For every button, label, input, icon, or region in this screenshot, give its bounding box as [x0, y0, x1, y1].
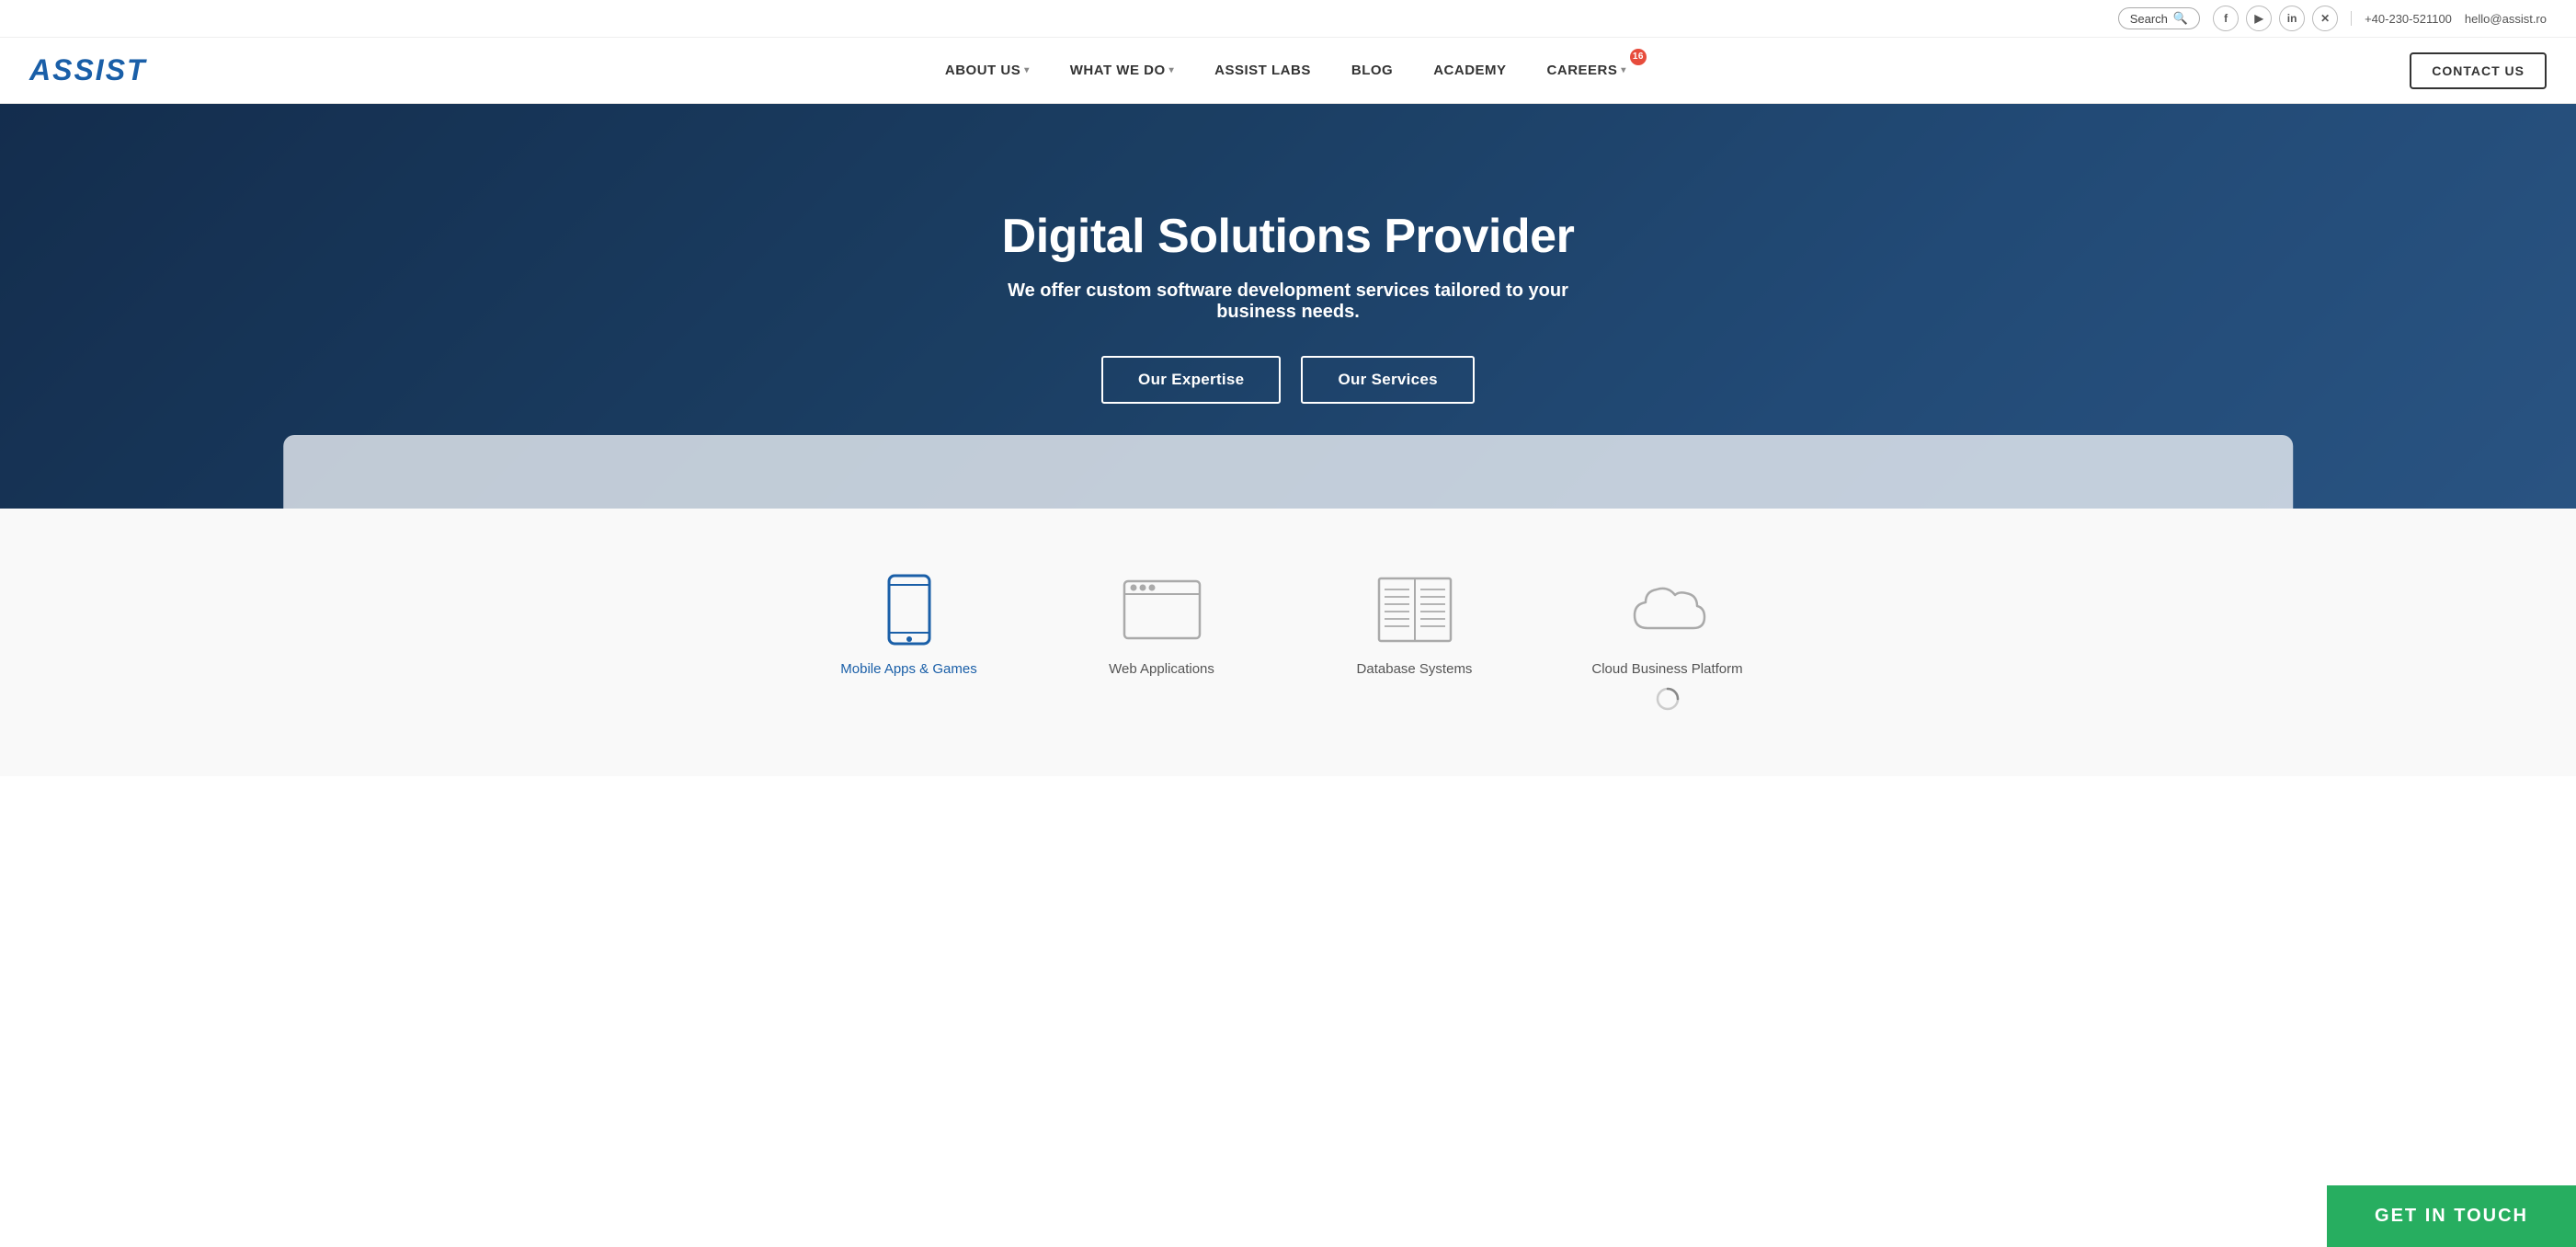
hero-content: Digital Solutions Provider We offer cust… — [948, 209, 1628, 404]
search-icon: 🔍 — [2173, 11, 2188, 26]
hero-buttons: Our Expertise Our Services — [966, 356, 1610, 404]
contact-info: +40-230-521100 hello@assist.ro — [2365, 12, 2547, 26]
service-mobile-apps[interactable]: Mobile Apps & Games — [782, 555, 1035, 686]
hero-title: Digital Solutions Provider — [966, 209, 1610, 264]
nav-academy[interactable]: ACADEMY — [1413, 38, 1526, 104]
mobile-apps-icon — [868, 573, 951, 646]
logo-text: ASSIST — [29, 53, 147, 86]
search-label: Search — [2130, 12, 2168, 26]
contact-us-button[interactable]: CONTACT US — [2410, 52, 2547, 89]
logo[interactable]: ASSIST — [29, 53, 147, 87]
services-section: Mobile Apps & Games Web Applications — [0, 509, 2576, 776]
service-cloud[interactable]: Cloud Business Platform — [1541, 555, 1794, 721]
nav-careers[interactable]: CAREERS ▾ 16 — [1527, 38, 1654, 104]
loading-spinner — [1655, 686, 1681, 712]
social-icons: f ▶ in ✕ — [2213, 6, 2338, 31]
hero-subtitle: We offer custom software development ser… — [966, 280, 1610, 323]
services-grid: Mobile Apps & Games Web Applications — [782, 555, 1794, 721]
mobile-apps-label: Mobile Apps & Games — [840, 661, 976, 677]
navigation: ABOUT US ▾ WHAT WE DO ▾ ASSIST LABS BLOG… — [184, 38, 2396, 104]
nav-blog[interactable]: BLOG — [1331, 38, 1413, 104]
nav-what-we-do[interactable]: WHAT WE DO ▾ — [1050, 38, 1194, 104]
our-expertise-button[interactable]: Our Expertise — [1101, 356, 1281, 404]
search-box[interactable]: Search 🔍 — [2118, 7, 2200, 29]
cloud-icon — [1626, 573, 1709, 646]
get-in-touch-button[interactable]: GET IN TOUCH — [2327, 1185, 2576, 1247]
service-database[interactable]: Database Systems — [1288, 555, 1541, 686]
facebook-icon[interactable]: f — [2213, 6, 2239, 31]
youtube-icon[interactable]: ▶ — [2246, 6, 2272, 31]
careers-badge: 16 — [1630, 49, 1647, 65]
database-icon — [1373, 573, 1456, 646]
cloud-label: Cloud Business Platform — [1591, 661, 1742, 677]
hero-bottom-card — [283, 435, 2293, 509]
web-apps-label: Web Applications — [1109, 661, 1214, 677]
hero-section: Digital Solutions Provider We offer cust… — [0, 104, 2576, 509]
nav-assist-labs[interactable]: ASSIST LABS — [1194, 38, 1331, 104]
linkedin-icon[interactable]: in — [2279, 6, 2305, 31]
our-services-button[interactable]: Our Services — [1301, 356, 1475, 404]
service-web-apps[interactable]: Web Applications — [1035, 555, 1288, 686]
nav-about-us[interactable]: ABOUT US ▾ — [925, 38, 1050, 104]
xing-icon[interactable]: ✕ — [2312, 6, 2338, 31]
database-label: Database Systems — [1357, 661, 1473, 677]
phone-number: +40-230-521100 — [2365, 12, 2452, 26]
divider — [2351, 11, 2352, 26]
whatwedo-arrow-icon: ▾ — [1169, 65, 1175, 75]
careers-arrow-icon: ▾ — [1621, 65, 1626, 75]
email-address: hello@assist.ro — [2465, 12, 2547, 26]
main-nav: ASSIST ABOUT US ▾ WHAT WE DO ▾ ASSIST LA… — [0, 38, 2576, 104]
web-apps-icon — [1121, 573, 1203, 646]
top-bar: Search 🔍 f ▶ in ✕ +40-230-521100 hello@a… — [0, 0, 2576, 38]
about-arrow-icon: ▾ — [1024, 65, 1030, 75]
